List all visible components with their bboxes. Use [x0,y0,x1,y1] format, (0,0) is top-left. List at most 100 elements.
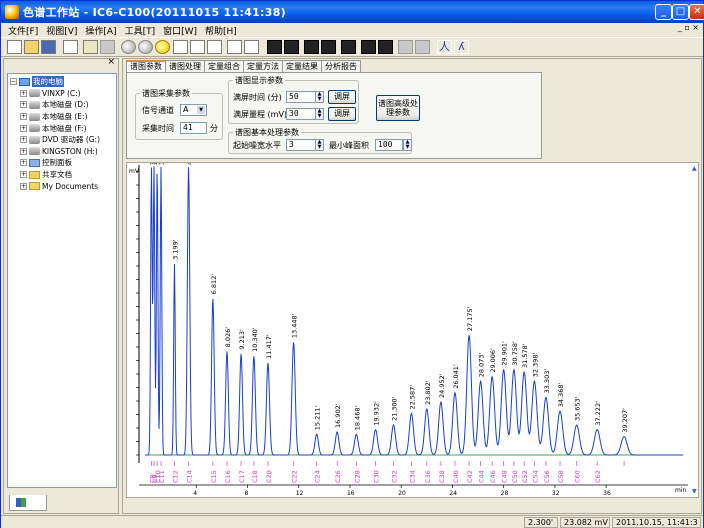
file-tree[interactable]: − 我的电脑 + VINXP (C:) + 本地磁盘 (D:) + 本地磁盘 (E:) … [7,73,117,488]
expand-icon[interactable]: + [20,113,27,121]
expand-icon[interactable]: + [20,124,27,132]
tree-item-label: DVD 驱动器 (G:) [42,135,101,145]
save-icon[interactable] [41,40,56,54]
tree-view-icon[interactable] [83,40,98,54]
tree-item[interactable]: + 共享文档 [8,169,116,181]
component-label: C22 [291,470,299,483]
new-file-icon[interactable] [7,40,22,54]
expand-icon[interactable]: + [20,171,27,179]
status-datetime: 2011.10.15, 11:41:3 [612,517,701,528]
expand-icon[interactable]: + [20,159,27,167]
chart-view-3-icon[interactable] [304,40,319,54]
adjust-range-button[interactable]: 调屏 [328,107,356,121]
menu-operate[interactable]: 操作[A] [81,24,120,37]
expand-icon[interactable]: + [20,147,27,155]
menu-window[interactable]: 窗口[W] [159,24,201,37]
chart-view-6-icon[interactable] [361,40,376,54]
tree-item[interactable]: + 本地磁盘 (F:) [8,122,116,134]
tree-item[interactable]: + VINXP (C:) [8,88,116,100]
drive-icon [29,89,40,98]
advanced-params-button[interactable]: 谱图高级处理参数 [376,95,420,121]
pane-tab[interactable] [9,495,47,511]
maximize-button[interactable]: □ [672,4,689,20]
chromatogram-svg[interactable]: mV4812162024283236min1.333C81.533C91.708… [127,163,693,497]
menu-tools[interactable]: 工具[T] [121,24,160,37]
zoom-icon[interactable] [244,40,259,54]
chromatogram-trace [145,166,683,456]
grid-icon[interactable] [100,40,115,54]
printer-icon[interactable] [207,40,222,54]
title-bar[interactable]: 色谱工作站 - IC6-C100(20111015 11:41:38) _ □ … [1,1,704,23]
channel-select[interactable]: A ▼ [180,104,207,116]
x-tick-label: 36 [603,490,611,497]
table-icon[interactable] [190,40,205,54]
component-label: C44 [478,470,486,483]
chart-view-2-icon[interactable] [284,40,299,54]
toolbar: 人 ʎ [1,37,703,57]
peak-label: 32.398' [531,353,539,378]
mdi-controls[interactable]: _ ▫ × [678,23,699,32]
expand-icon[interactable]: + [20,89,27,97]
person-icon[interactable]: 人 [437,40,452,54]
tree-item[interactable]: + 本地磁盘 (E:) [8,111,116,123]
collapse-icon[interactable]: − [10,78,17,86]
scroll-down-icon[interactable]: ▼ [692,488,697,495]
lamp-icon[interactable] [155,40,170,54]
chart-view-1-icon[interactable] [267,40,282,54]
scroll-up-icon[interactable]: ▲ [692,165,697,172]
print-preview-icon[interactable] [63,40,78,54]
tree-root[interactable]: − 我的电脑 [8,76,116,88]
start-icon[interactable] [121,40,136,54]
component-label: C16 [224,470,232,483]
chromatogram-chart[interactable]: mV4812162024283236min1.333C81.533C91.708… [126,162,699,498]
main-window: 色谱工作站 - IC6-C100(20111015 11:41:38) _ □ … [0,0,704,528]
open-folder-icon[interactable] [24,40,39,54]
component-label: C26 [334,470,342,483]
peak-label: 37.222' [594,401,602,426]
min-area-input[interactable]: 100 [375,139,403,151]
full-time-spinner[interactable]: ▲ ▼ [315,91,324,103]
adjust-time-button[interactable]: 调屏 [328,90,356,104]
full-time-input[interactable]: 50 [286,91,316,103]
tree-item[interactable]: + 本地磁盘 (D:) [8,99,116,111]
noise-input[interactable]: 3 [286,139,316,151]
chart-view-5-icon[interactable] [341,40,356,54]
peak-label: 19.932' [373,401,381,426]
expand-icon[interactable]: + [20,182,27,190]
menu-view[interactable]: 视图[V] [42,24,81,37]
chart-view-7-icon[interactable] [378,40,393,54]
tree-item[interactable]: + KINGSTON (H:) [8,146,116,158]
close-button[interactable]: ✕ [689,4,704,20]
full-range-input[interactable]: 30 [286,108,316,120]
peak-label: 15.211' [314,406,322,431]
time-label: 采集时间 [142,124,174,133]
calculator-icon[interactable] [173,40,188,54]
close-pane-icon[interactable]: × [107,57,115,67]
tree-item[interactable]: + DVD 驱动器 (G:) [8,134,116,146]
expand-icon[interactable]: + [20,101,27,109]
tree-item[interactable]: + 控制面板 [8,157,116,169]
display-group: 谱图显示参数 满屏时间 (分) 50 ▲ ▼ 调屏 满屏量程 (mV) 30 ▲ ▼… [228,75,359,124]
peak-label: 39.207' [621,408,629,433]
menu-file[interactable]: 文件[F] [4,24,42,37]
expand-icon[interactable]: + [20,136,27,144]
acquisition-time-input[interactable]: 41 [180,122,207,134]
tree-item[interactable]: + My Documents [8,180,116,192]
min-area-spinner[interactable]: ▲ ▼ [403,139,412,151]
full-range-spinner[interactable]: ▲ ▼ [315,108,324,120]
stop-icon[interactable] [138,40,153,54]
disabled-tool-1-icon [398,40,413,54]
noise-spinner[interactable]: ▲ ▼ [315,139,324,151]
help-pointer-icon[interactable]: ʎ [454,40,469,54]
menu-help[interactable]: 帮助[H] [201,24,241,37]
full-time-label: 满屏时间 (分) [233,93,282,102]
chart-view-4-icon[interactable] [321,40,336,54]
channel-value: A [183,105,189,114]
folder-icon [29,170,40,179]
minimize-button[interactable]: _ [655,4,672,20]
tree-root-label: 我的电脑 [32,76,64,88]
export-icon[interactable] [227,40,242,54]
vertical-scrollbar[interactable]: ▲ ▼ [692,163,698,497]
dropdown-arrow-icon[interactable]: ▼ [197,106,205,114]
tree-item-label: My Documents [42,181,99,191]
